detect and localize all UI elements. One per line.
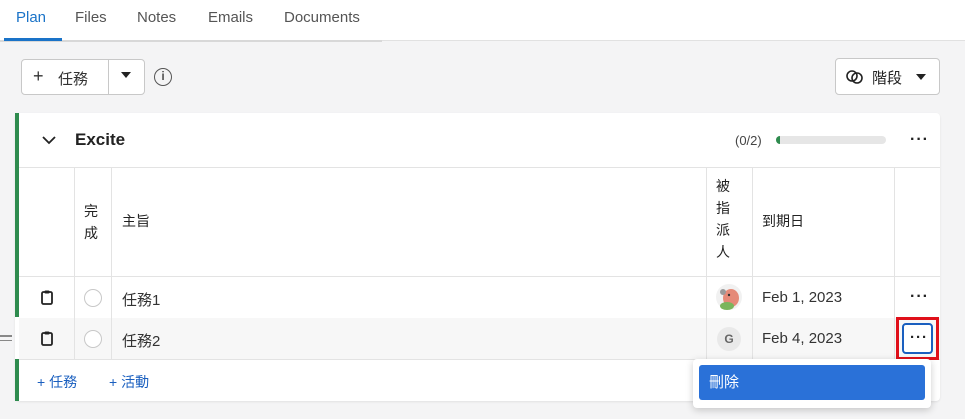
stage-icon [846,70,863,84]
tab-notes[interactable]: Notes [137,9,176,26]
active-tab-indicator [4,38,62,41]
group-progress-bar [776,136,886,144]
stage-button[interactable]: 階段 [835,58,940,95]
group-accent-bar-footer [15,359,19,401]
add-task-split-button: + 任務 [21,59,145,95]
tab-plan[interactable]: Plan [16,9,46,26]
highlight-annotation [896,317,939,360]
column-divider [894,167,895,359]
column-divider [752,167,753,359]
group-title: Excite [75,130,126,149]
tab-documents[interactable]: Documents [284,9,360,26]
group-progress-count: (0/2) [735,133,762,148]
add-task-button[interactable]: 任務 [58,68,88,89]
table-top-border [19,167,940,168]
avatar[interactable]: G [717,327,741,351]
group-more-icon[interactable]: ··· [910,131,929,149]
menu-item-delete[interactable]: 刪除 [699,365,925,400]
info-icon[interactable]: i [154,68,172,86]
task-subject[interactable]: 任務1 [122,289,160,310]
stage-button-label: 階段 [872,70,903,87]
done-checkbox[interactable] [84,330,102,348]
add-activity-link-label: 活動 [121,374,150,390]
column-divider [74,167,75,359]
collapse-chevron-icon[interactable] [42,133,56,147]
column-divider [111,167,112,359]
split-divider [108,60,109,94]
column-divider [706,167,707,359]
add-task-link[interactable]: + 任務 [37,372,77,392]
task-subject[interactable]: 任務2 [122,330,160,351]
header-assignee: 被 指 派 人 [716,178,730,260]
row-more-icon[interactable]: ··· [910,288,929,306]
group-progress-fill [776,136,781,144]
header-done: 完 成 [84,203,98,241]
plus-icon[interactable]: + [33,66,44,87]
add-activity-link[interactable]: + 活動 [109,372,149,392]
chevron-down-icon [916,74,926,80]
add-task-link-label: 任務 [49,374,78,390]
clipboard-icon [41,290,53,305]
avatar[interactable] [715,283,743,311]
header-subject: 主旨 [122,213,150,229]
tab-emails[interactable]: Emails [208,9,253,26]
task-due-date: Feb 1, 2023 [762,289,843,306]
clipboard-icon [41,331,53,346]
tab-bar: Plan Files Notes Emails Documents [0,0,965,42]
done-checkbox[interactable] [84,289,102,307]
header-bottom-border [19,276,940,277]
group-accent-bar [15,113,19,317]
chevron-down-icon[interactable] [121,72,131,78]
row-context-menu: 刪除 [693,359,931,408]
tab-files[interactable]: Files [75,9,107,26]
task-due-date: Feb 4, 2023 [762,330,843,347]
header-due-date: 到期日 [762,213,804,229]
drag-handle-icon[interactable] [0,335,12,344]
